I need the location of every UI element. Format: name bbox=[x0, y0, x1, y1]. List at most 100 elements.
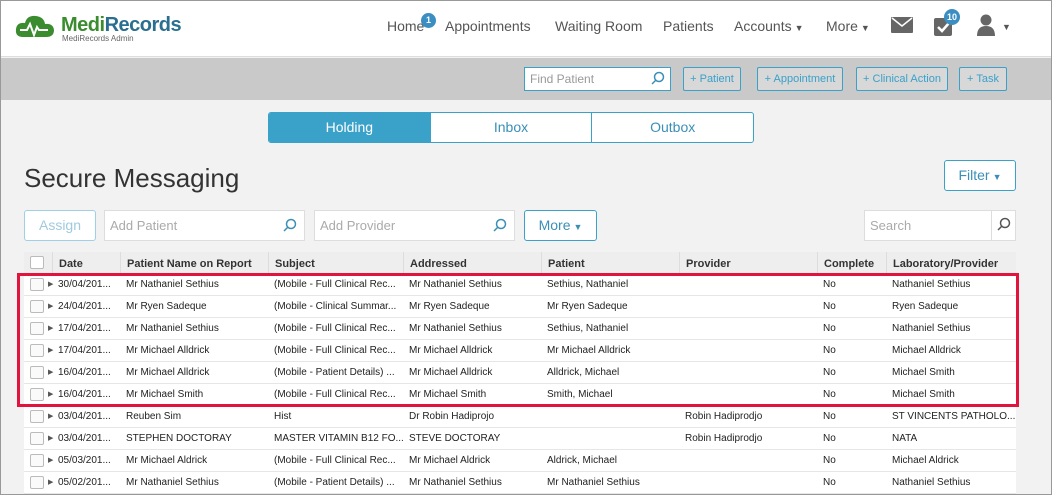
logo[interactable]: MediRecords MediRecords Admin bbox=[15, 11, 185, 47]
cell-patient: Alldrick, Michael bbox=[547, 367, 620, 378]
cell-patient bbox=[541, 406, 679, 428]
search-button[interactable] bbox=[991, 211, 1015, 240]
add-provider-input[interactable]: Add Provider bbox=[314, 210, 515, 241]
cell-addressed: Mr Michael Alldrick bbox=[409, 367, 493, 378]
row-checkbox[interactable] bbox=[30, 366, 44, 379]
cell-patient: Mr Michael Alldrick bbox=[547, 345, 631, 356]
row-checkbox[interactable] bbox=[30, 322, 44, 335]
table-row[interactable]: ▶ 05/03/201... Mr Michael Aldrick (Mobile -… bbox=[24, 450, 1016, 472]
quick-action-bar: Find Patient + Patient + Appointment + C… bbox=[1, 58, 1051, 100]
column-header-laboratory-provider[interactable]: Laboratory/Provider bbox=[886, 252, 998, 274]
table-row[interactable]: ▶ 24/04/201... Mr Ryen Sadeque (Mobile - Cl… bbox=[24, 296, 1016, 318]
chevron-down-icon: ▼ bbox=[860, 23, 870, 33]
find-patient-input[interactable]: Find Patient bbox=[524, 67, 671, 91]
table-row[interactable]: ▶ 30/04/201... Mr Nathaniel Sethius (Mobile… bbox=[24, 274, 1016, 296]
table-row[interactable]: ▶ 17/04/201... Mr Nathaniel Sethius (Mobile… bbox=[24, 318, 1016, 340]
nav-appointments[interactable]: Appointments bbox=[445, 18, 531, 34]
search-icon[interactable] bbox=[651, 71, 665, 85]
cell-patient-name-on-report: Mr Michael Smith bbox=[126, 389, 204, 400]
tab-inbox[interactable]: Inbox bbox=[431, 113, 593, 142]
add-patient-placeholder: Add Patient bbox=[110, 218, 178, 233]
cell-date: 17/04/201... bbox=[58, 323, 111, 334]
row-checkbox[interactable] bbox=[30, 454, 44, 467]
table-search-placeholder: Search bbox=[870, 218, 912, 233]
add-clinical-action-button[interactable]: + Clinical Action bbox=[856, 67, 948, 91]
cell-patient: Mr Ryen Sadeque bbox=[547, 301, 628, 312]
table-row[interactable]: ▶ 03/04/201... STEPHEN DOCTORAY MASTER VITA… bbox=[24, 428, 1016, 450]
cell-patient-name-on-report: Mr Ryen Sadeque bbox=[126, 301, 207, 312]
cell-laboratory-provider: Ryen Sadeque bbox=[892, 301, 959, 312]
table-row[interactable]: ▶ 16/04/201... Mr Michael Smith (Mobile - F… bbox=[24, 384, 1016, 406]
assign-button[interactable]: Assign bbox=[24, 210, 96, 241]
cell-patient: Sethius, Nathaniel bbox=[547, 279, 629, 290]
nav-waiting-room[interactable]: Waiting Room bbox=[555, 18, 642, 34]
tab-holding[interactable]: Holding bbox=[269, 113, 431, 142]
row-checkbox[interactable] bbox=[30, 410, 44, 423]
find-patient-placeholder: Find Patient bbox=[530, 72, 595, 86]
row-checkbox[interactable] bbox=[30, 432, 44, 445]
cell-patient: Sethius, Nathaniel bbox=[547, 323, 629, 334]
search-icon bbox=[997, 217, 1011, 231]
cell-addressed: Mr Nathaniel Sethius bbox=[409, 323, 502, 334]
cell-patient-name-on-report: Mr Michael Aldrick bbox=[126, 455, 208, 466]
nav-accounts[interactable]: Accounts ▼ bbox=[734, 18, 804, 34]
column-header-date[interactable]: Date bbox=[52, 252, 83, 274]
cell-addressed: Mr Michael Smith bbox=[409, 389, 487, 400]
cell-complete: No bbox=[823, 367, 836, 378]
add-task-button[interactable]: + Task bbox=[959, 67, 1007, 91]
row-checkbox[interactable] bbox=[30, 344, 44, 357]
table-row[interactable]: ▶ 16/04/201... Mr Michael Alldrick (Mobile … bbox=[24, 362, 1016, 384]
chevron-down-icon[interactable]: ▼ bbox=[1002, 22, 1011, 32]
row-checkbox[interactable] bbox=[30, 278, 44, 291]
cell-date: 05/02/201... bbox=[58, 477, 111, 488]
cloud-logo-icon bbox=[15, 15, 54, 38]
page-title: Secure Messaging bbox=[24, 163, 240, 193]
cell-subject: (Mobile - Full Clinical Rec... bbox=[274, 389, 396, 400]
filter-button[interactable]: Filter ▼ bbox=[944, 160, 1016, 191]
cell-date: 17/04/201... bbox=[58, 345, 111, 356]
cell-laboratory-provider: Nathaniel Sethius bbox=[892, 279, 971, 290]
user-avatar-icon[interactable] bbox=[977, 14, 995, 36]
more-actions-button[interactable]: More ▼ bbox=[524, 210, 597, 241]
table-row[interactable]: ▶ 03/04/201... Reuben Sim Hist Dr Robin Hadi… bbox=[24, 406, 1016, 428]
column-header-addressed[interactable]: Addressed bbox=[403, 252, 467, 274]
row-checkbox[interactable] bbox=[30, 388, 44, 401]
add-patient-button[interactable]: + Patient bbox=[683, 67, 741, 91]
select-all-checkbox[interactable] bbox=[30, 256, 44, 269]
add-patient-input[interactable]: Add Patient bbox=[104, 210, 305, 241]
table-row[interactable]: ▶ 05/02/201... Mr Nathaniel Sethius (Mobile… bbox=[24, 472, 1016, 494]
row-checkbox[interactable] bbox=[30, 476, 44, 489]
column-header-subject[interactable]: Subject bbox=[268, 252, 315, 274]
search-icon[interactable] bbox=[493, 218, 507, 232]
row-checkbox[interactable] bbox=[30, 300, 44, 313]
cell-provider: Robin Hadiprodjo bbox=[685, 433, 763, 444]
cell-addressed: Mr Michael Aldrick bbox=[409, 455, 491, 466]
nav-patients[interactable]: Patients bbox=[663, 18, 714, 34]
tab-outbox[interactable]: Outbox bbox=[592, 113, 753, 142]
column-header-patient[interactable]: Patient bbox=[541, 252, 585, 274]
cell-patient-name-on-report: Mr Michael Alldrick bbox=[126, 345, 210, 356]
mail-icon[interactable] bbox=[891, 17, 913, 33]
search-icon[interactable] bbox=[283, 218, 297, 232]
cell-patient-name-on-report: Mr Nathaniel Sethius bbox=[126, 279, 219, 290]
table-row[interactable]: ▶ 17/04/201... Mr Michael Alldrick (Mobile … bbox=[24, 340, 1016, 362]
column-header-patient-name-on-report[interactable]: Patient Name on Report bbox=[120, 252, 252, 274]
chevron-down-icon: ▼ bbox=[992, 172, 1002, 182]
cell-complete: No bbox=[823, 411, 836, 422]
add-appointment-button[interactable]: + Appointment bbox=[757, 67, 843, 91]
table-search-input[interactable]: Search bbox=[864, 210, 1016, 241]
cell-complete: No bbox=[823, 389, 836, 400]
top-navbar: MediRecords MediRecords Admin Home 1 App… bbox=[1, 1, 1051, 57]
nav-more[interactable]: More ▼ bbox=[826, 18, 870, 34]
column-header-complete[interactable]: Complete bbox=[817, 252, 874, 274]
cell-patient bbox=[541, 428, 679, 450]
cell-laboratory-provider: Nathaniel Sethius bbox=[892, 477, 971, 488]
table-header: Date Patient Name on Report Subject Addr… bbox=[24, 252, 1016, 274]
cell-patient-name-on-report: Mr Michael Alldrick bbox=[126, 367, 210, 378]
home-notification-badge: 1 bbox=[421, 13, 436, 28]
chevron-down-icon: ▼ bbox=[573, 222, 583, 232]
column-header-provider[interactable]: Provider bbox=[679, 252, 731, 274]
cell-date: 16/04/201... bbox=[58, 389, 111, 400]
cell-laboratory-provider: ST VINCENTS PATHOLO... bbox=[892, 411, 1016, 422]
nav-home[interactable]: Home bbox=[387, 18, 424, 34]
